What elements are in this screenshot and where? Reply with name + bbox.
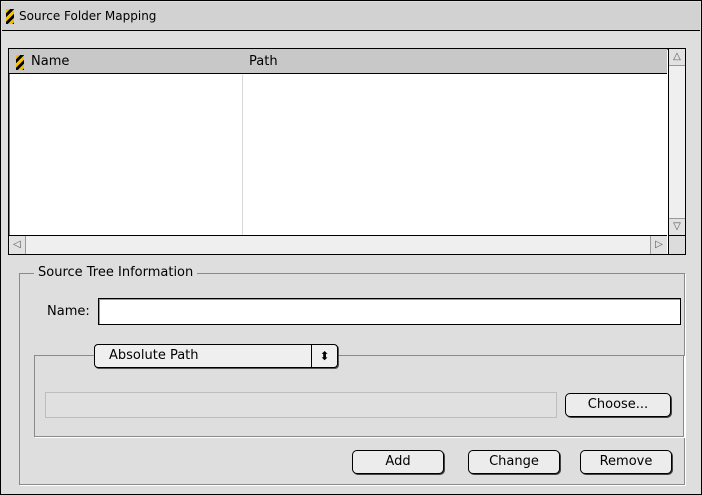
vertical-scrollbar[interactable]: △ ▽ [668,49,685,235]
scroll-up-arrow-icon[interactable]: △ [669,49,685,66]
column-header-path[interactable]: Path [249,54,278,69]
title-bar: Source Folder Mapping [2,2,700,31]
hazard-stripe-icon [16,55,24,70]
choose-button[interactable]: Choose... [565,393,671,417]
scroll-down-arrow-icon[interactable]: ▽ [669,218,685,235]
change-button[interactable]: Change [468,450,560,474]
column-divider [242,75,243,235]
scroll-left-arrow-icon[interactable]: ◁ [9,236,26,254]
list-header: Name Path [9,49,667,74]
name-label: Name: [47,304,90,319]
horizontal-scrollbar[interactable]: ◁ ▷ [9,235,667,254]
updown-arrows-icon: ⬍ [311,345,337,367]
path-type-selected: Absolute Path [109,348,199,363]
add-button[interactable]: Add [352,450,444,474]
column-header-name[interactable]: Name [31,54,69,69]
name-input[interactable] [98,298,681,325]
remove-button[interactable]: Remove [580,450,672,474]
scroll-right-arrow-icon[interactable]: ▷ [650,236,667,254]
path-type-popup[interactable]: Absolute Path ⬍ [94,344,338,368]
path-field [45,392,557,418]
grow-box [668,235,685,254]
window-title: Source Folder Mapping [19,9,157,23]
source-tree-group-label: Source Tree Information [34,265,198,280]
hazard-stripe-icon [6,9,14,24]
mapping-list[interactable]: Name Path △ ▽ ◁ ▷ [8,48,686,255]
